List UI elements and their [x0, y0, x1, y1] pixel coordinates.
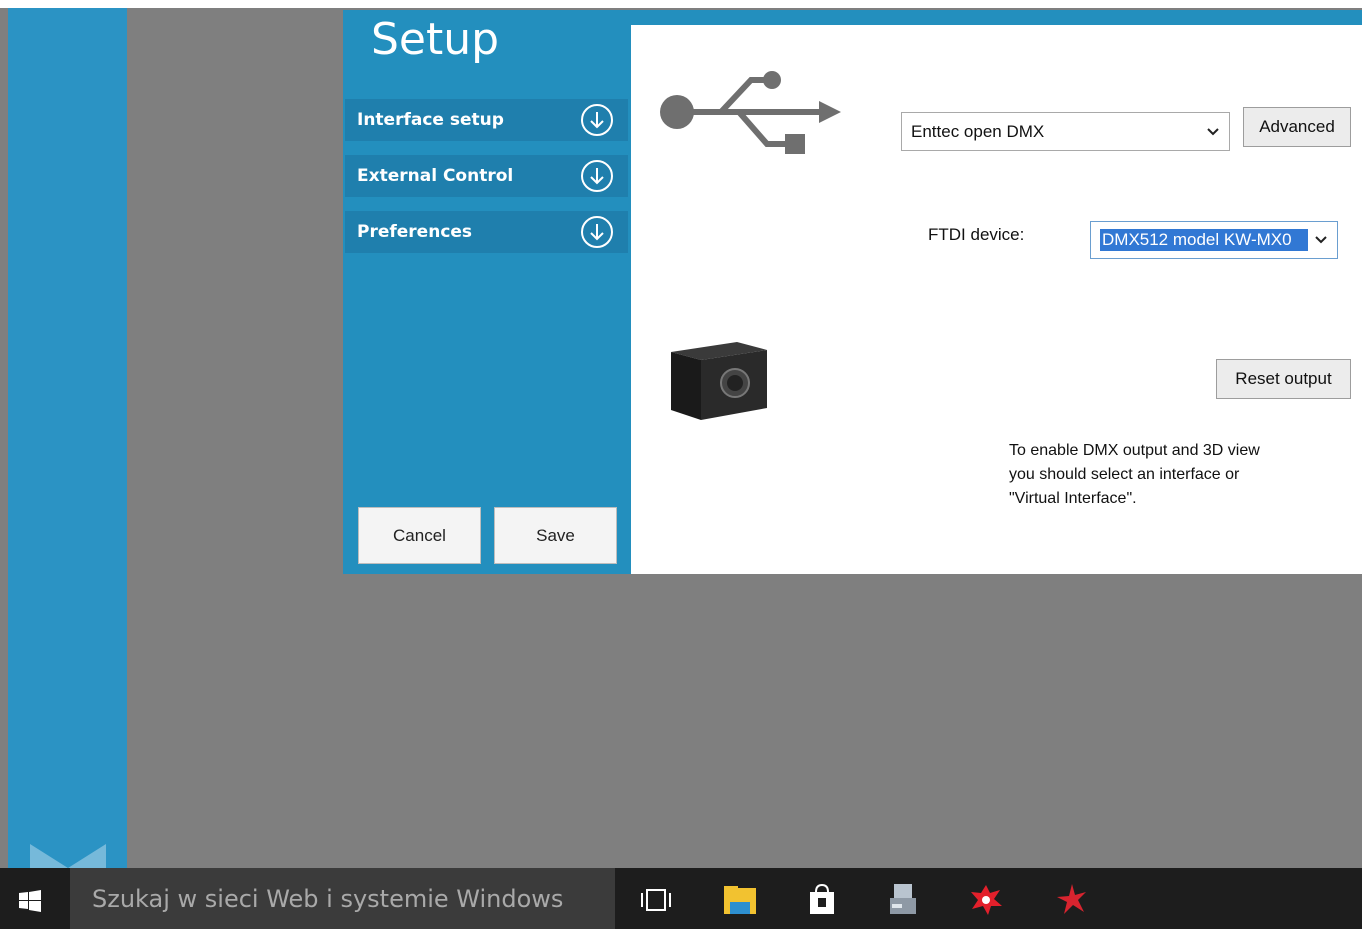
- ftdi-device-value: DMX512 model KW-MX0: [1100, 229, 1308, 251]
- task-view-icon[interactable]: [638, 882, 674, 918]
- arrow-down-circle-icon: [581, 104, 613, 136]
- app-installer-icon[interactable]: [886, 882, 922, 918]
- chevron-down-icon: [1315, 236, 1327, 244]
- advanced-button[interactable]: Advanced: [1243, 107, 1351, 147]
- taskbar-search-input[interactable]: Szukaj w sieci Web i systemie Windows: [70, 868, 615, 929]
- nav-item-preferences[interactable]: Preferences: [345, 211, 628, 253]
- windows-logo-icon[interactable]: [19, 890, 41, 912]
- nav-item-external-control[interactable]: External Control: [345, 155, 628, 197]
- interface-select[interactable]: Enttec open DMX: [901, 112, 1230, 151]
- store-icon[interactable]: [804, 882, 840, 918]
- content-header-bar: [631, 10, 1362, 25]
- nav-item-label: External Control: [357, 166, 514, 186]
- setup-sidebar: Setup Interface setup External Control P…: [343, 10, 631, 574]
- nav-item-label: Preferences: [357, 222, 473, 242]
- arrow-down-circle-icon: [581, 160, 613, 192]
- save-button[interactable]: Save: [494, 507, 617, 564]
- info-line: you should select an interface or: [1009, 466, 1240, 483]
- left-rail: [8, 8, 127, 876]
- top-strip: [0, 0, 1362, 8]
- dmx-interface-image: [671, 342, 767, 420]
- info-line: "Virtual Interface".: [1009, 490, 1137, 507]
- ftdi-device-label: FTDI device:: [928, 225, 1025, 244]
- nav-item-interface-setup[interactable]: Interface setup: [345, 99, 628, 141]
- interface-setup-panel: Enttec open DMX Advanced FTDI device: DM…: [631, 25, 1362, 574]
- search-placeholder: Szukaj w sieci Web i systemie Windows: [92, 884, 564, 913]
- taskbar: Szukaj w sieci Web i systemie Windows: [0, 868, 1362, 929]
- info-message: To enable DMX output and 3D view you sho…: [1009, 439, 1319, 511]
- ftdi-device-select[interactable]: DMX512 model KW-MX0: [1090, 221, 1338, 259]
- arrow-down-circle-icon: [581, 216, 613, 248]
- cancel-button[interactable]: Cancel: [358, 507, 481, 564]
- nav-item-label: Interface setup: [357, 110, 504, 130]
- interface-select-value: Enttec open DMX: [911, 121, 1045, 141]
- star-app-icon[interactable]: [1054, 882, 1090, 918]
- usb-icon: [660, 71, 841, 154]
- reset-output-button[interactable]: Reset output: [1216, 359, 1351, 399]
- setup-title: Setup: [371, 14, 500, 65]
- chevron-down-icon: [1207, 127, 1219, 135]
- splat-app-icon[interactable]: [968, 882, 1004, 918]
- file-explorer-icon[interactable]: [722, 882, 758, 918]
- info-line: To enable DMX output and 3D view: [1009, 442, 1260, 459]
